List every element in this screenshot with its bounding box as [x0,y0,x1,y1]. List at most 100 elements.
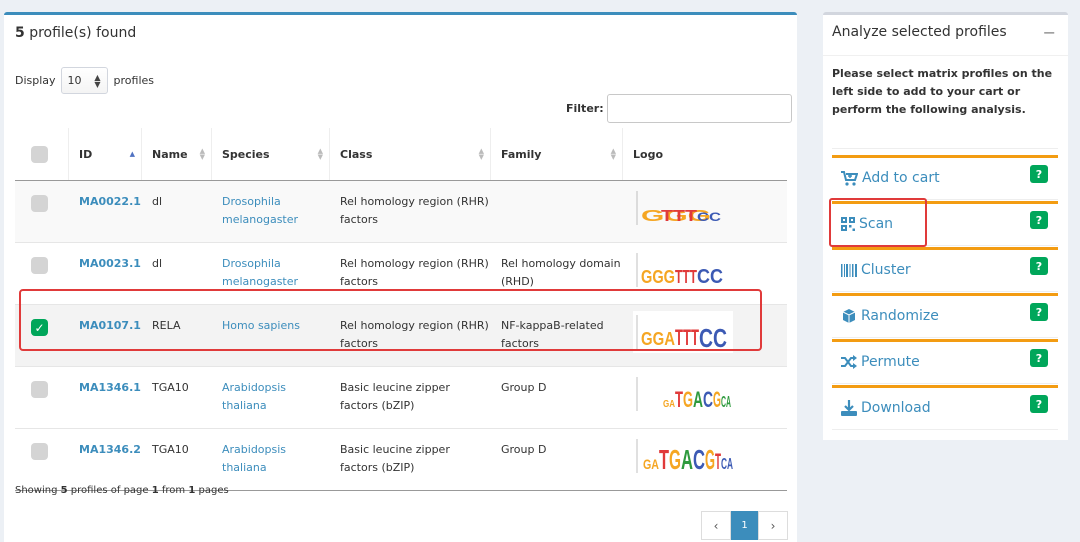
species-link[interactable]: Drosophila melanogaster [222,257,298,288]
table-row-selected[interactable]: ✓ MA0107.1 RELA Homo sapiens Rel homolog… [15,305,787,367]
check-icon: ✓ [34,320,45,335]
profile-id-link[interactable]: MA0107.1 [79,319,141,332]
profile-id-link[interactable]: MA1346.1 [79,381,141,394]
sequence-logo-image[interactable]: GA T G A C G CA [633,373,733,415]
help-icon[interactable]: ? [1030,165,1048,183]
sort-asc-icon: ▲ [129,150,135,158]
column-header-logo: Logo [633,147,663,161]
sequence-logo-image[interactable]: GA T G A C G T CA [633,435,733,477]
svg-text:TTT: TTT [675,267,697,287]
sequence-logo-image[interactable]: GGG TTT CC [633,187,733,229]
svg-text:C: C [703,387,713,412]
profile-name: dl [152,257,163,270]
sort-icon: ▲ ▼ [199,147,205,161]
column-header-class[interactable]: Class ▲ ▼ [330,128,491,180]
filter-control: Filter: [566,94,792,123]
scan-icon [841,217,855,231]
row-checkbox[interactable] [31,195,48,212]
analyze-panel: Analyze selected profiles − Please selec… [823,12,1068,440]
svg-text:TTT: TTT [675,325,699,350]
display-length-control: Display 10 ▲ ▼ profiles [15,67,154,94]
display-length-select[interactable]: 10 ▲ ▼ [60,67,108,94]
profile-family: Group D [501,443,547,456]
column-header-family[interactable]: Family ▲ ▼ [491,128,623,180]
svg-text:GGA: GGA [641,329,675,349]
column-header-id[interactable]: ID ▲ [69,128,142,180]
profile-class: Basic leucine zipper factors (bZIP) [340,381,450,412]
help-icon[interactable]: ? [1030,349,1048,367]
collapse-icon[interactable]: − [1043,23,1056,42]
filter-input[interactable] [606,94,792,123]
svg-text:CC: CC [697,210,721,224]
svg-text:G: G [669,444,681,475]
table-row[interactable]: MA0022.1 dl Drosophila melanogaster Rel … [15,181,787,243]
help-icon[interactable]: ? [1030,211,1048,229]
profile-family [491,181,623,242]
pager-page-1[interactable]: 1 [731,511,758,540]
column-header-species[interactable]: Species ▲ ▼ [212,128,330,180]
add-to-cart-button[interactable]: Add to cart ? [832,155,1058,200]
help-icon[interactable]: ? [1030,395,1048,413]
species-link[interactable]: Arabidopsis thaliana [222,381,286,412]
svg-text:CC: CC [699,323,727,353]
svg-text:C: C [693,444,705,475]
shuffle-icon [841,355,857,369]
sort-icon: ▲ ▼ [317,147,323,161]
svg-text:CC: CC [697,266,723,288]
profile-class: Rel homology region (RHR) factors [340,195,489,226]
cube-icon [842,309,856,323]
row-checkbox[interactable] [31,443,48,460]
randomize-button[interactable]: Randomize ? [832,293,1058,338]
barcode-icon [841,263,857,277]
sequence-logo-image[interactable]: GGA TTT CC [633,311,733,353]
profiles-table: ID ▲ Name ▲ ▼ Species ▲ ▼ Class ▲ ▼ Family ▲ ▼ Lo… [15,128,787,491]
pagination-summary: Showing 5 profiles of page 1 from 1 page… [15,485,229,496]
profile-name: dl [152,195,163,208]
svg-text:A: A [681,444,693,475]
column-header-name[interactable]: Name ▲ ▼ [142,128,212,180]
row-checkbox-checked[interactable]: ✓ [31,319,48,336]
download-icon [841,400,857,416]
pager-prev-button[interactable]: ‹ [701,511,731,540]
analyze-panel-title: Analyze selected profiles [832,24,1007,40]
svg-text:T: T [659,444,669,475]
profiles-panel: 5 profile(s) found Display 10 ▲ ▼ profile… [4,12,797,542]
species-link[interactable]: Drosophila melanogaster [222,195,298,226]
permute-button[interactable]: Permute ? [832,339,1058,384]
svg-text:GA: GA [643,456,659,472]
profiles-found-title: 5 profile(s) found [15,25,137,41]
profile-name: TGA10 [152,381,189,394]
table-row[interactable]: MA0023.1 dl Drosophila melanogaster Rel … [15,243,787,305]
svg-text:G: G [683,387,693,412]
table-header: ID ▲ Name ▲ ▼ Species ▲ ▼ Class ▲ ▼ Family ▲ ▼ Lo… [15,128,787,181]
svg-text:GGG: GGG [641,267,675,287]
profile-class: Basic leucine zipper factors (bZIP) [340,443,450,474]
svg-text:CA: CA [721,394,731,411]
download-button[interactable]: Download ? [832,385,1058,430]
help-icon[interactable]: ? [1030,257,1048,275]
profile-family: NF-kappaB-related factors [501,319,604,350]
row-checkbox[interactable] [31,381,48,398]
select-all-checkbox[interactable] [31,145,48,163]
cluster-button[interactable]: Cluster ? [832,247,1058,292]
pager-next-button[interactable]: › [758,511,788,540]
sort-icon: ▲ ▼ [610,147,616,161]
pagination: ‹ 1 › [701,511,788,540]
species-link[interactable]: Arabidopsis thaliana [222,443,286,474]
species-link[interactable]: Homo sapiens [222,319,300,332]
sequence-logo-image[interactable]: GGG TTT CC [633,249,733,291]
scan-button[interactable]: Scan ? [832,201,1058,246]
table-row[interactable]: MA1346.1 TGA10 Arabidopsis thaliana Basi… [15,367,787,429]
profile-id-link[interactable]: MA0022.1 [79,195,141,208]
profile-class: Rel homology region (RHR) factors [340,257,489,288]
select-arrows-icon: ▲ ▼ [94,72,101,89]
cart-icon [841,170,858,186]
help-icon[interactable]: ? [1030,303,1048,321]
table-row[interactable]: MA1346.2 TGA10 Arabidopsis thaliana Basi… [15,429,787,491]
svg-text:A: A [693,387,703,412]
profile-id-link[interactable]: MA0023.1 [79,257,141,270]
row-checkbox[interactable] [31,257,48,274]
profile-id-link[interactable]: MA1346.2 [79,443,141,456]
profile-name: RELA [152,319,181,332]
svg-text:GA: GA [663,399,675,410]
